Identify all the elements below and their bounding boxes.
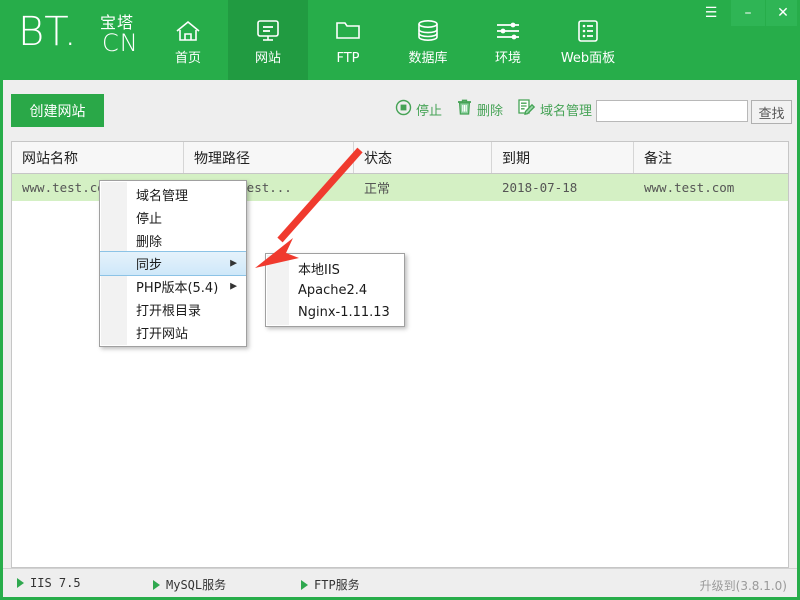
nav-tab-home[interactable]: 首页 <box>148 0 228 80</box>
logo-bt-text: BT. <box>18 10 77 54</box>
play-triangle-icon <box>301 580 308 590</box>
submenu-item-nginx[interactable]: Nginx-1.11.13 <box>266 301 404 323</box>
column-header-remark[interactable]: 备注 <box>634 142 788 173</box>
nav-tab-environment[interactable]: 环境 <box>468 0 548 80</box>
status-bar: IIS 7.5 MySQL服务 FTP服务 升级到(3.8.1.0) <box>3 568 797 597</box>
minimize-button[interactable]: – <box>730 0 765 26</box>
main-navigation: 首页 网站 <box>148 0 628 80</box>
submenu-item-label: 本地IIS <box>298 259 340 278</box>
list-icon <box>573 15 603 47</box>
nav-tab-environment-label: 环境 <box>495 51 521 66</box>
play-triangle-icon <box>17 578 24 588</box>
database-icon <box>413 15 443 47</box>
domain-management-action[interactable]: 域名管理 <box>517 98 592 120</box>
context-menu-item-sync[interactable]: 同步 ▶ <box>100 251 246 276</box>
app-header: BT. 宝塔 CN 首页 <box>0 0 800 80</box>
context-menu-item-label: 打开网站 <box>136 323 188 342</box>
table-header-row: 网站名称 物理路径 状态 到期 备注 <box>12 142 788 174</box>
cell-site-expire: 2018-07-18 <box>492 174 634 201</box>
submenu-item-label: Nginx-1.11.13 <box>298 305 390 320</box>
column-header-expire[interactable]: 到期 <box>492 142 634 173</box>
close-icon: ✕ <box>777 6 789 20</box>
stop-action-label: 停止 <box>416 100 442 119</box>
delete-action[interactable]: 删除 <box>456 98 503 120</box>
domain-management-action-label: 域名管理 <box>540 100 592 119</box>
stop-action[interactable]: 停止 <box>395 99 442 120</box>
bt-panel-window: BT. 宝塔 CN 首页 <box>0 0 800 600</box>
search-button[interactable]: 查找 <box>751 100 792 124</box>
status-service-mysql[interactable]: MySQL服务 <box>153 576 226 593</box>
nav-tab-database-label: 数据库 <box>408 51 447 66</box>
sync-submenu: 本地IIS Apache2.4 Nginx-1.11.13 <box>265 253 405 327</box>
status-service-label: FTP服务 <box>314 576 360 593</box>
status-service-iis[interactable]: IIS 7.5 <box>17 576 81 590</box>
submenu-item-label: Apache2.4 <box>298 283 367 298</box>
nav-tab-ftp-label: FTP <box>336 51 359 66</box>
column-header-name[interactable]: 网站名称 <box>12 142 184 173</box>
context-menu-item-stop[interactable]: 停止 <box>100 206 246 229</box>
status-service-label: IIS 7.5 <box>30 576 81 590</box>
play-triangle-icon <box>153 580 160 590</box>
context-menu-item-open-website[interactable]: 打开网站 <box>100 321 246 344</box>
trash-icon <box>456 98 473 120</box>
logo-cn-text: CN <box>102 30 139 56</box>
submenu-item-apache[interactable]: Apache2.4 <box>266 279 404 301</box>
context-menu-item-label: 停止 <box>136 208 162 227</box>
chevron-right-icon: ▶ <box>230 282 237 291</box>
context-menu-item-domain-management[interactable]: 域名管理 <box>100 183 246 206</box>
sliders-icon <box>493 15 523 47</box>
window-controls: ☰ – ✕ <box>692 0 800 26</box>
context-menu-item-php-version[interactable]: PHP版本(5.4) ▶ <box>100 275 246 298</box>
close-button[interactable]: ✕ <box>765 0 800 26</box>
status-service-label: MySQL服务 <box>166 576 226 593</box>
monitor-icon <box>253 15 283 47</box>
chevron-right-icon: ▶ <box>230 259 237 268</box>
context-menu-item-label: 删除 <box>136 231 162 250</box>
hamburger-icon: ☰ <box>705 6 718 20</box>
status-service-ftp[interactable]: FTP服务 <box>301 576 360 593</box>
edit-document-icon <box>517 98 536 120</box>
nav-tab-web-panel[interactable]: Web面板 <box>548 0 628 80</box>
nav-tab-website-label: 网站 <box>255 51 281 66</box>
hamburger-menu-button[interactable]: ☰ <box>692 0 730 26</box>
nav-tab-database[interactable]: 数据库 <box>388 0 468 80</box>
upgrade-link[interactable]: 升级到(3.8.1.0) <box>700 577 787 594</box>
nav-tab-web-panel-label: Web面板 <box>561 51 615 66</box>
submenu-item-local-iis[interactable]: 本地IIS <box>266 257 404 279</box>
cell-site-remark: www.test.com <box>634 174 788 201</box>
context-menu-item-label: 域名管理 <box>136 185 188 204</box>
search-input[interactable] <box>596 100 748 122</box>
context-menu-item-delete[interactable]: 删除 <box>100 229 246 252</box>
nav-tab-home-label: 首页 <box>175 51 201 66</box>
create-website-button[interactable]: 创建网站 <box>11 94 104 127</box>
cell-site-status: 正常 <box>354 174 492 201</box>
toolbar-actions: 停止 删除 <box>395 98 592 120</box>
context-menu-item-label: 同步 <box>136 254 162 273</box>
app-logo: BT. 宝塔 CN <box>18 8 158 68</box>
delete-action-label: 删除 <box>477 100 503 119</box>
context-menu: 域名管理 停止 删除 同步 ▶ PHP版本(5.4) ▶ 打开根目录 打开网站 <box>99 180 247 347</box>
nav-tab-website[interactable]: 网站 <box>228 0 308 80</box>
context-menu-item-label: PHP版本(5.4) <box>136 277 218 296</box>
column-header-status[interactable]: 状态 <box>354 142 492 173</box>
nav-tab-ftp[interactable]: FTP <box>308 0 388 80</box>
home-icon <box>173 15 203 47</box>
column-header-path[interactable]: 物理路径 <box>184 142 354 173</box>
stop-icon <box>395 99 412 120</box>
minimize-icon: – <box>745 6 752 20</box>
folder-icon <box>333 15 363 47</box>
context-menu-item-label: 打开根目录 <box>136 300 201 319</box>
context-menu-item-open-root-directory[interactable]: 打开根目录 <box>100 298 246 321</box>
